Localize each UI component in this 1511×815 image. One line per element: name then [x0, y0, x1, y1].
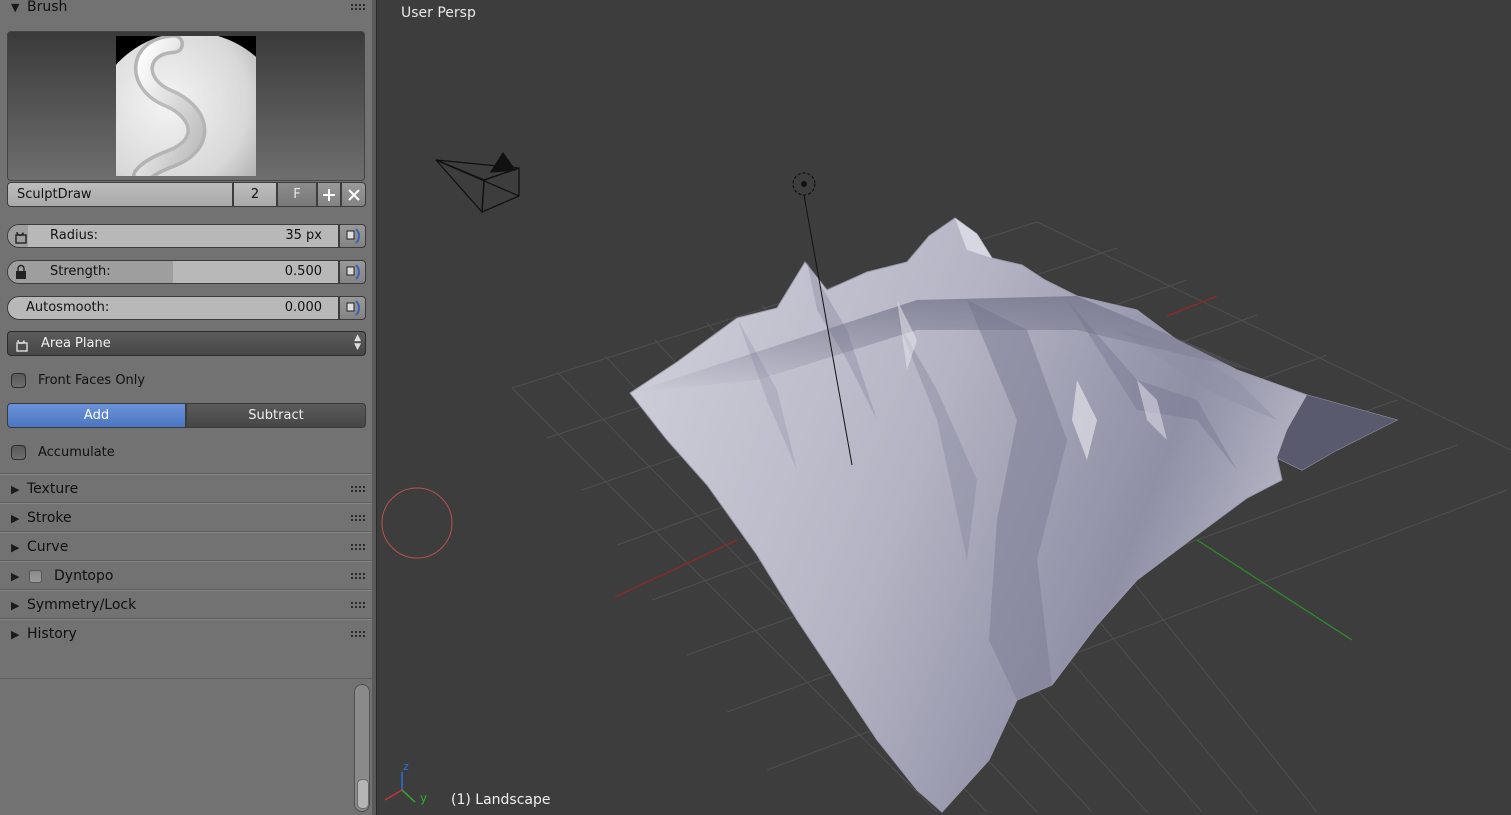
- camera-object[interactable]: [435, 151, 520, 214]
- view-name-label: User Persp: [401, 5, 476, 21]
- brush-panel-header[interactable]: ▼ Brush: [0, 0, 372, 21]
- drag-grip-icon[interactable]: [351, 602, 365, 608]
- brush-thumbnail-image[interactable]: [116, 36, 256, 176]
- pen-pressure-icon: [346, 228, 360, 244]
- axis-gizmo: z y: [384, 760, 427, 805]
- expand-triangle-icon: ▶: [11, 511, 20, 525]
- autosmooth-pressure-toggle[interactable]: [339, 296, 366, 320]
- front-faces-only-label: Front Faces Only: [38, 372, 146, 388]
- front-faces-only-checkbox[interactable]: [11, 372, 26, 388]
- locked-icon[interactable]: [10, 263, 32, 281]
- brush-name-field[interactable]: SculptDraw: [7, 182, 233, 207]
- plus-icon: [323, 188, 335, 201]
- strength-pressure-toggle[interactable]: [339, 260, 366, 284]
- expand-triangle-icon: ▶: [11, 627, 20, 641]
- drag-grip-icon[interactable]: [351, 486, 365, 492]
- add-button[interactable]: Add: [7, 403, 186, 428]
- close-icon: [347, 188, 360, 201]
- expand-triangle-icon: ▶: [11, 569, 20, 583]
- dyntopo-checkbox[interactable]: [29, 569, 42, 583]
- expand-triangle-icon: ▶: [11, 598, 20, 612]
- subpanel-dyntopo[interactable]: ▶ Dyntopo: [0, 562, 372, 590]
- sculpt-plane-value: Area Plane: [41, 336, 111, 351]
- drag-grip-icon[interactable]: [351, 515, 365, 521]
- tool-panel: ▼ Brush SculptDraw 2 F Radius: 35 px Str…: [0, 0, 372, 815]
- z-axis-label: z: [403, 760, 409, 773]
- autosmooth-value: 0.000: [284, 300, 322, 315]
- sculpt-plane-dropdown[interactable]: Area Plane ▲ ▼: [7, 331, 366, 356]
- radius-value: 35 px: [285, 228, 322, 243]
- subpanel-history[interactable]: ▶ History: [0, 620, 372, 648]
- divider: [0, 678, 372, 679]
- front-faces-only-row[interactable]: Front Faces Only: [11, 370, 145, 390]
- subpanel-texture-label: Texture: [27, 481, 79, 497]
- x-axis-line: [614, 539, 738, 598]
- drag-grip-icon[interactable]: [351, 544, 365, 550]
- active-object-label: (1) Landscape: [451, 792, 551, 808]
- strength-slider[interactable]: Strength: 0.500: [7, 260, 339, 284]
- panel-scrollbar-thumb[interactable]: [357, 779, 369, 809]
- 3d-viewport[interactable]: z y User Persp (1) Landscape: [377, 0, 1511, 815]
- radius-label: Radius:: [50, 228, 98, 243]
- radius-pressure-toggle[interactable]: [339, 224, 366, 248]
- subpanel-dyntopo-label: Dyntopo: [54, 568, 114, 584]
- subpanel-curve-label: Curve: [27, 539, 69, 555]
- expand-triangle-icon: ▶: [11, 482, 20, 496]
- drag-grip-icon[interactable]: [351, 631, 365, 637]
- subtract-button[interactable]: Subtract: [186, 403, 366, 428]
- subpanel-curve[interactable]: ▶ Curve: [0, 533, 372, 561]
- landscape-mesh[interactable]: [629, 217, 1399, 813]
- brush-direction-toggle: Add Subtract: [7, 403, 366, 428]
- brush-panel-title: Brush: [27, 0, 68, 15]
- subpanel-symmetry-lock-label: Symmetry/Lock: [27, 597, 137, 613]
- drag-grip-icon[interactable]: [351, 4, 365, 10]
- new-brush-button[interactable]: [317, 182, 341, 207]
- accumulate-checkbox[interactable]: [11, 444, 26, 460]
- subpanel-history-label: History: [27, 626, 77, 642]
- strength-label: Strength:: [50, 264, 111, 279]
- y-axis-label: y: [420, 791, 427, 805]
- subpanel-texture[interactable]: ▶ Texture: [0, 475, 372, 503]
- brush-selector: SculptDraw 2 F: [7, 182, 366, 208]
- autosmooth-slider[interactable]: Autosmooth: 0.000: [7, 296, 339, 320]
- x-axis-line: [1166, 295, 1218, 317]
- updown-arrows-icon: ▲ ▼: [354, 333, 361, 352]
- panel-scrollbar[interactable]: [354, 684, 370, 812]
- subpanel-symmetry-lock[interactable]: ▶ Symmetry/Lock: [0, 591, 372, 619]
- expand-triangle-icon: ▶: [11, 540, 20, 554]
- subpanel-stroke[interactable]: ▶ Stroke: [0, 504, 372, 532]
- y-axis-line: [1196, 539, 1353, 641]
- brush-cursor-circle: [381, 487, 453, 559]
- fake-user-button[interactable]: F: [277, 182, 317, 207]
- autosmooth-label: Autosmooth:: [26, 300, 110, 315]
- collapse-triangle-icon: ▼: [11, 0, 20, 14]
- accumulate-row[interactable]: Accumulate: [11, 442, 115, 462]
- pen-pressure-icon: [346, 300, 360, 316]
- drag-grip-icon[interactable]: [351, 573, 365, 579]
- pen-pressure-icon: [346, 264, 360, 280]
- unlink-brush-button[interactable]: [341, 182, 366, 207]
- brush-users-count[interactable]: 2: [233, 182, 277, 207]
- viewport-scene[interactable]: z y: [377, 0, 1511, 815]
- unlocked-icon[interactable]: [11, 335, 33, 353]
- radius-slider[interactable]: Radius: 35 px: [7, 224, 339, 248]
- unlocked-icon[interactable]: [10, 227, 32, 245]
- strength-value: 0.500: [284, 264, 322, 279]
- accumulate-label: Accumulate: [38, 444, 115, 460]
- subpanel-stroke-label: Stroke: [27, 510, 72, 526]
